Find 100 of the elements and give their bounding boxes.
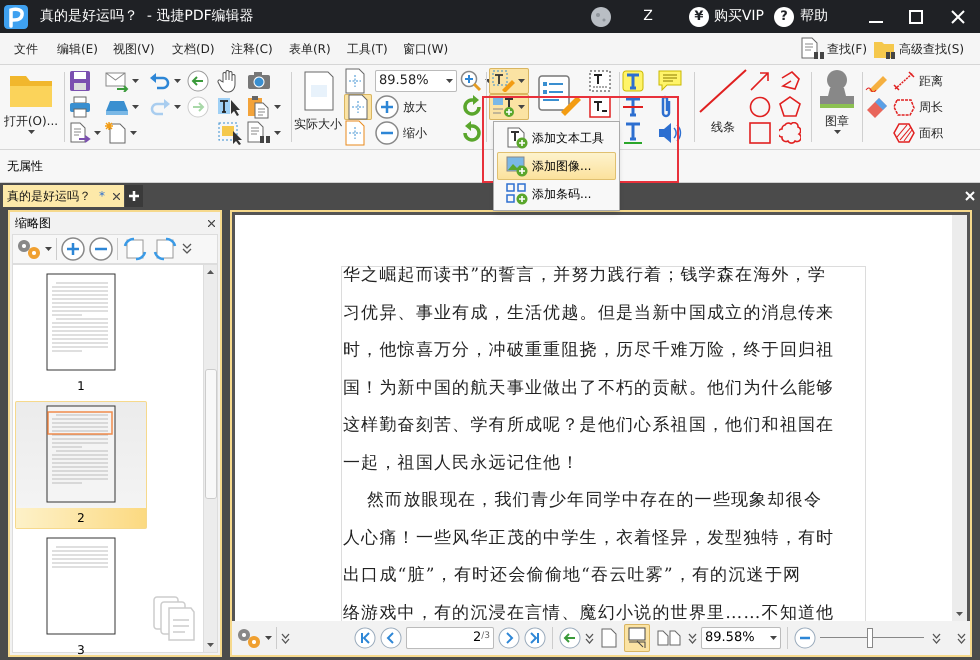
zoom-in-icon[interactable] bbox=[375, 95, 399, 119]
rotate-page-right-button[interactable] bbox=[152, 237, 178, 261]
fit-visible-icon[interactable] bbox=[344, 120, 366, 146]
zoom-slider[interactable] bbox=[820, 628, 924, 648]
document-binoculars-icon[interactable] bbox=[247, 121, 271, 145]
printer-icon[interactable] bbox=[69, 96, 91, 118]
stamp-button[interactable]: 图章 bbox=[814, 68, 860, 146]
first-page-button[interactable] bbox=[354, 627, 376, 649]
property-text: 无属性 bbox=[7, 158, 43, 175]
page-thumbnail[interactable]: 2 bbox=[15, 401, 147, 529]
double-chevron-icon[interactable] bbox=[281, 632, 290, 644]
caret-icon bbox=[770, 636, 777, 640]
add-object-button[interactable] bbox=[489, 94, 529, 120]
rotate-page-left-button[interactable] bbox=[122, 237, 148, 261]
previous-page-button[interactable] bbox=[380, 627, 402, 649]
edit-content-button[interactable] bbox=[489, 68, 529, 94]
user-name[interactable]: Z bbox=[643, 6, 653, 27]
page-thumbnail[interactable]: 3 bbox=[15, 533, 147, 660]
document-text-line: 华之崛起而读书”的誓言，并努力践行着；钱学森在海外，学 bbox=[342, 264, 826, 287]
underline-t-icon bbox=[622, 122, 644, 144]
facing-pages-icon bbox=[657, 630, 681, 646]
yen-icon: ¥ bbox=[688, 6, 709, 26]
zoom-field[interactable]: 89.58% bbox=[375, 70, 457, 92]
document-tab[interactable]: 真的是好运吗？ * bbox=[3, 185, 124, 207]
close-icon bbox=[113, 192, 120, 200]
camera-icon[interactable] bbox=[247, 70, 271, 92]
tab-close-button[interactable] bbox=[113, 192, 120, 200]
double-chevron-icon[interactable] bbox=[932, 632, 941, 644]
square-icon bbox=[749, 122, 771, 144]
line-tool-button[interactable]: 线条 bbox=[697, 68, 749, 146]
open-button[interactable]: 打开(O)... bbox=[0, 68, 62, 146]
menu-item[interactable]: 添加图像... bbox=[497, 152, 616, 180]
menu-item[interactable]: 表单(R) bbox=[289, 40, 347, 58]
next-page-button[interactable] bbox=[498, 627, 520, 649]
menu-item[interactable]: 工具(T) bbox=[347, 40, 403, 58]
save-icon[interactable] bbox=[69, 70, 91, 92]
help-button[interactable]: ? 帮助 bbox=[774, 6, 828, 27]
menu-item[interactable]: 窗口(W) bbox=[403, 40, 463, 58]
advanced-find-button[interactable]: 高级查找(S) bbox=[873, 38, 964, 60]
avatar-icon[interactable] bbox=[591, 6, 612, 26]
buy-vip-button[interactable]: ¥ 购买VIP bbox=[688, 6, 764, 27]
highlighted-t-icon bbox=[622, 70, 644, 92]
new-document-icon[interactable] bbox=[105, 121, 127, 145]
measure-button[interactable]: 周长 bbox=[893, 97, 953, 117]
double-chevron-icon[interactable] bbox=[585, 632, 594, 644]
back-button[interactable] bbox=[559, 627, 581, 649]
text-add-icon bbox=[506, 127, 528, 149]
page-number: 3 bbox=[76, 642, 86, 659]
text-cursor-icon[interactable] bbox=[217, 96, 241, 118]
page-thumbnail[interactable]: 1 bbox=[15, 269, 147, 397]
document-arrow-icon[interactable] bbox=[69, 122, 91, 144]
undo-icon[interactable] bbox=[149, 70, 171, 92]
menu-item[interactable]: 编辑(E) bbox=[57, 40, 113, 58]
page-number: 1 bbox=[76, 378, 86, 395]
zoom-out-button[interactable] bbox=[794, 627, 816, 649]
caret-icon bbox=[174, 79, 181, 83]
settings-button[interactable] bbox=[16, 238, 52, 260]
settings-button[interactable] bbox=[236, 627, 272, 649]
envelope-icon[interactable] bbox=[105, 70, 129, 92]
menu-item[interactable]: 添加文本工具 bbox=[497, 124, 616, 152]
zoom-out-button[interactable]: 缩小 bbox=[375, 121, 457, 145]
single-page-icon bbox=[601, 628, 617, 648]
menu-item[interactable]: 文件 bbox=[14, 40, 57, 58]
image-text-add-icon bbox=[492, 96, 516, 118]
tab-label: 真的是好运吗？ bbox=[7, 188, 91, 205]
speech-bubble-icon bbox=[658, 70, 682, 92]
fit-page-icon[interactable] bbox=[344, 68, 366, 94]
document-text-line: 出口成“脏”，有时还会偷偷地“吞云吐雾”，有的沉迷于网 bbox=[342, 564, 802, 587]
double-chevron-icon[interactable] bbox=[688, 632, 697, 644]
image-add-icon bbox=[506, 155, 528, 177]
actual-size-button[interactable]: 实际大小 bbox=[294, 68, 342, 146]
scrollbar[interactable] bbox=[203, 265, 217, 652]
modified-mark: * bbox=[99, 188, 105, 205]
eraser-icon[interactable] bbox=[865, 96, 889, 118]
panel-close-button[interactable] bbox=[208, 220, 215, 226]
clipboard-icon[interactable] bbox=[247, 95, 271, 119]
scrollbar[interactable] bbox=[952, 215, 967, 621]
double-chevron-icon[interactable] bbox=[182, 243, 192, 255]
menu-item[interactable]: 视图(V) bbox=[113, 40, 172, 58]
menu-item[interactable]: 添加条码... bbox=[497, 180, 616, 208]
zoom-out-icon[interactable] bbox=[89, 237, 113, 261]
menu-item[interactable]: 注释(C) bbox=[231, 40, 289, 58]
measure-button[interactable]: 距离 bbox=[893, 71, 953, 91]
zoom-out-icon[interactable] bbox=[375, 121, 399, 145]
scroll-down-icon[interactable] bbox=[956, 612, 963, 616]
gears-icon bbox=[16, 238, 42, 260]
measure-button[interactable]: 面积 bbox=[893, 123, 953, 143]
slider-thumb[interactable] bbox=[866, 628, 873, 648]
zoom-field[interactable]: 89.58% bbox=[701, 627, 781, 649]
zoom-in-icon[interactable] bbox=[61, 237, 85, 261]
zoom-in-button[interactable]: 放大 bbox=[375, 95, 457, 119]
page-layout-button[interactable] bbox=[624, 624, 650, 652]
menu-item[interactable]: 文档(D) bbox=[172, 40, 231, 58]
last-page-button[interactable] bbox=[524, 627, 546, 649]
scroll-up-icon[interactable] bbox=[207, 270, 214, 274]
new-tab-button[interactable] bbox=[125, 185, 143, 207]
find-button[interactable]: 查找(F) bbox=[800, 36, 868, 60]
document-binoculars-icon[interactable] bbox=[800, 36, 825, 60]
scroll-down-icon[interactable] bbox=[207, 643, 214, 647]
double-chevron-icon[interactable] bbox=[957, 632, 966, 644]
